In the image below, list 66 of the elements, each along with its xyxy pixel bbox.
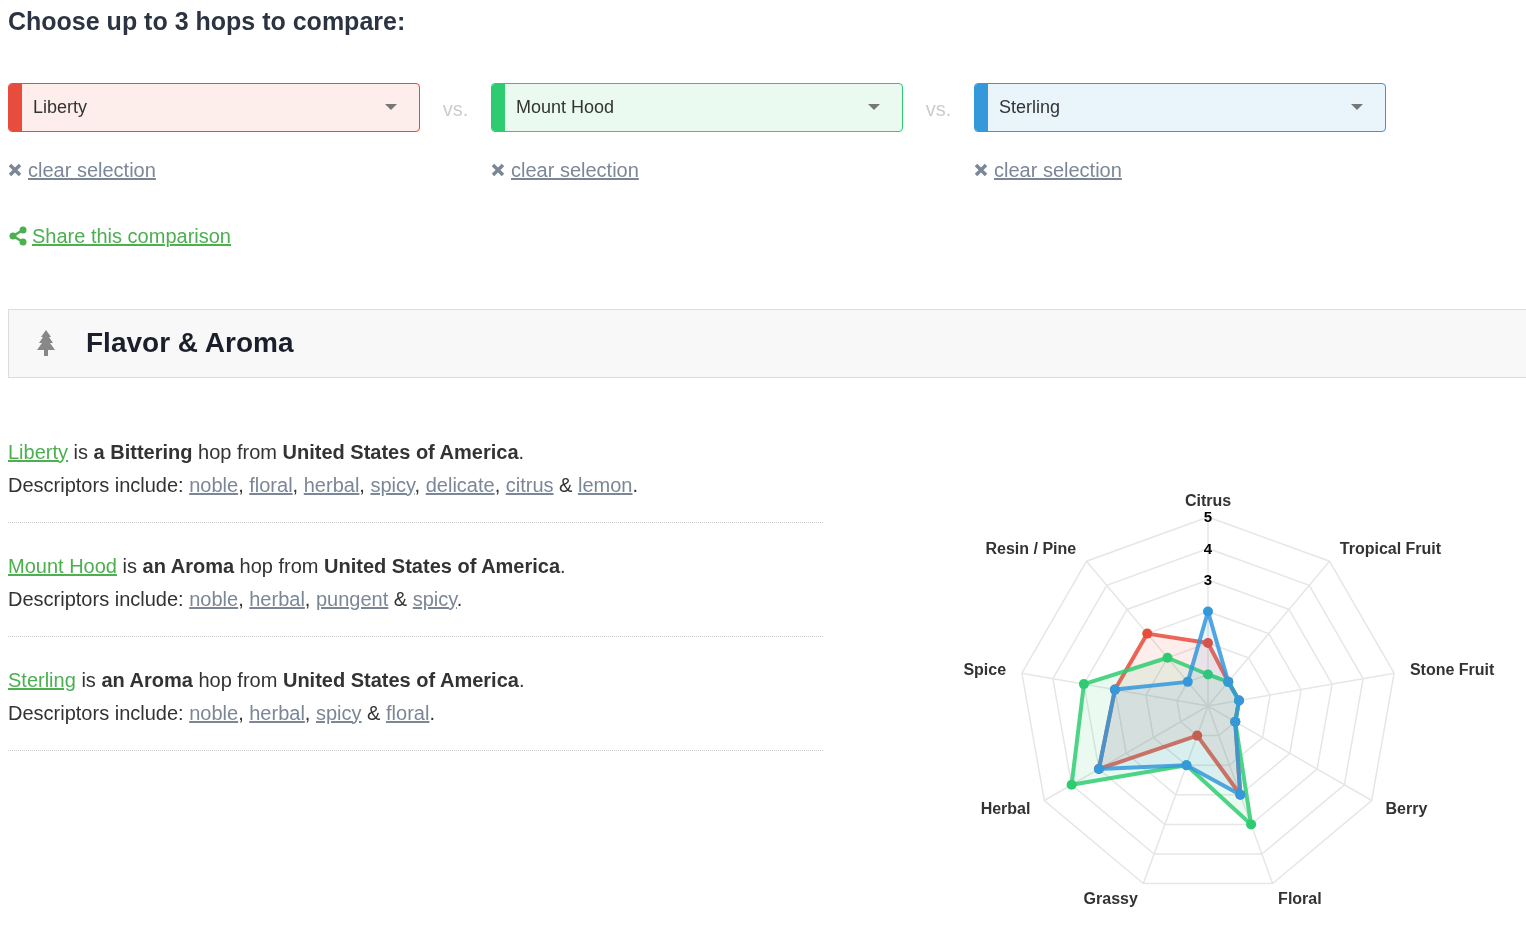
descriptor-link[interactable]: citrus xyxy=(505,473,554,496)
caret-icon xyxy=(868,103,880,111)
descriptor-link[interactable]: noble xyxy=(189,587,239,610)
data-point xyxy=(1182,676,1193,687)
descriptor-link[interactable]: spicy xyxy=(412,587,457,610)
descriptor-link[interactable]: spicy xyxy=(316,701,362,724)
hop-summary: Liberty is a Bittering hop from United States of America. xyxy=(8,439,526,465)
descriptors-text: Descriptors include: noble, herbal, spicy & floral. xyxy=(8,700,436,726)
descriptor-link[interactable]: floral xyxy=(249,473,293,496)
data-point xyxy=(1142,628,1153,639)
axis-label: Spice xyxy=(963,660,1007,678)
hop-select[interactable]: Liberty xyxy=(8,82,420,132)
descriptors-text: Descriptors include: noble, herbal, pungent & spicy. xyxy=(8,586,464,612)
data-point xyxy=(1203,637,1213,648)
select-value: Sterling xyxy=(999,95,1062,119)
clear-selection-link[interactable]: clear selection xyxy=(974,154,1122,185)
clear-selection-link[interactable]: clear selection xyxy=(8,154,156,185)
data-point xyxy=(1192,730,1203,741)
section-title: Flavor & Aroma xyxy=(86,326,294,360)
hop-name-link[interactable]: Mount Hood xyxy=(8,554,117,577)
hop-name-link[interactable]: Liberty xyxy=(8,440,69,463)
data-point xyxy=(1162,652,1173,663)
axis-label: Resin / Pine xyxy=(985,539,1077,557)
descriptor-link[interactable]: herbal xyxy=(249,701,305,724)
descriptor-link[interactable]: lemon xyxy=(578,473,633,496)
descriptor-link[interactable]: floral xyxy=(386,701,430,724)
hop-select[interactable]: Sterling xyxy=(974,82,1386,132)
close-icon xyxy=(491,162,505,177)
tick-label: 5 xyxy=(1203,507,1213,525)
descriptor-link[interactable]: herbal xyxy=(303,473,360,496)
hop-summary: Mount Hood is an Aroma hop from United States of America. xyxy=(8,553,567,579)
axis-label: Herbal xyxy=(980,799,1031,816)
axis-label: Stone Fruit xyxy=(1409,660,1495,678)
axis-label: Floral xyxy=(1278,889,1322,907)
caret-icon xyxy=(385,103,397,111)
tick-label: 4 xyxy=(1203,539,1213,556)
select-value: Liberty xyxy=(33,95,89,119)
axis-label: Grassy xyxy=(1083,889,1138,907)
page-heading: Choose up to 3 hops to compare: xyxy=(8,6,407,37)
descriptor-link[interactable]: noble xyxy=(189,473,239,496)
close-icon xyxy=(8,162,22,177)
select-value: Mount Hood xyxy=(516,95,616,119)
data-point xyxy=(1203,606,1213,616)
hop-select[interactable]: Mount Hood xyxy=(491,82,903,132)
descriptor-link[interactable]: noble xyxy=(189,701,239,724)
share-icon xyxy=(8,225,28,246)
tick-label: 3 xyxy=(1203,570,1213,588)
descriptor-link[interactable]: spicy xyxy=(370,473,415,496)
data-point xyxy=(1066,779,1077,790)
data-point xyxy=(1078,678,1089,689)
data-point xyxy=(1203,669,1213,679)
descriptor-link[interactable]: pungent xyxy=(316,587,389,610)
hop-name-link[interactable]: Sterling xyxy=(8,668,76,691)
hop-summary: Sterling is an Aroma hop from United States of America. xyxy=(8,667,526,693)
data-point xyxy=(1246,818,1257,829)
descriptor-link[interactable]: delicate xyxy=(425,473,495,496)
caret-icon xyxy=(1351,103,1363,111)
share-link[interactable]: Share this comparison xyxy=(8,220,231,251)
descriptors-text: Descriptors include: noble, floral, herbal, spicy, delicate, citrus & lemon. xyxy=(8,472,640,498)
axis-label: Tropical Fruit xyxy=(1339,539,1442,557)
axis-label: Berry xyxy=(1385,799,1428,816)
close-icon xyxy=(974,162,988,177)
clear-selection-link[interactable]: clear selection xyxy=(491,154,639,185)
axis-label: Citrus xyxy=(1184,491,1232,509)
tree-icon xyxy=(36,330,56,356)
descriptor-link[interactable]: herbal xyxy=(249,587,305,610)
